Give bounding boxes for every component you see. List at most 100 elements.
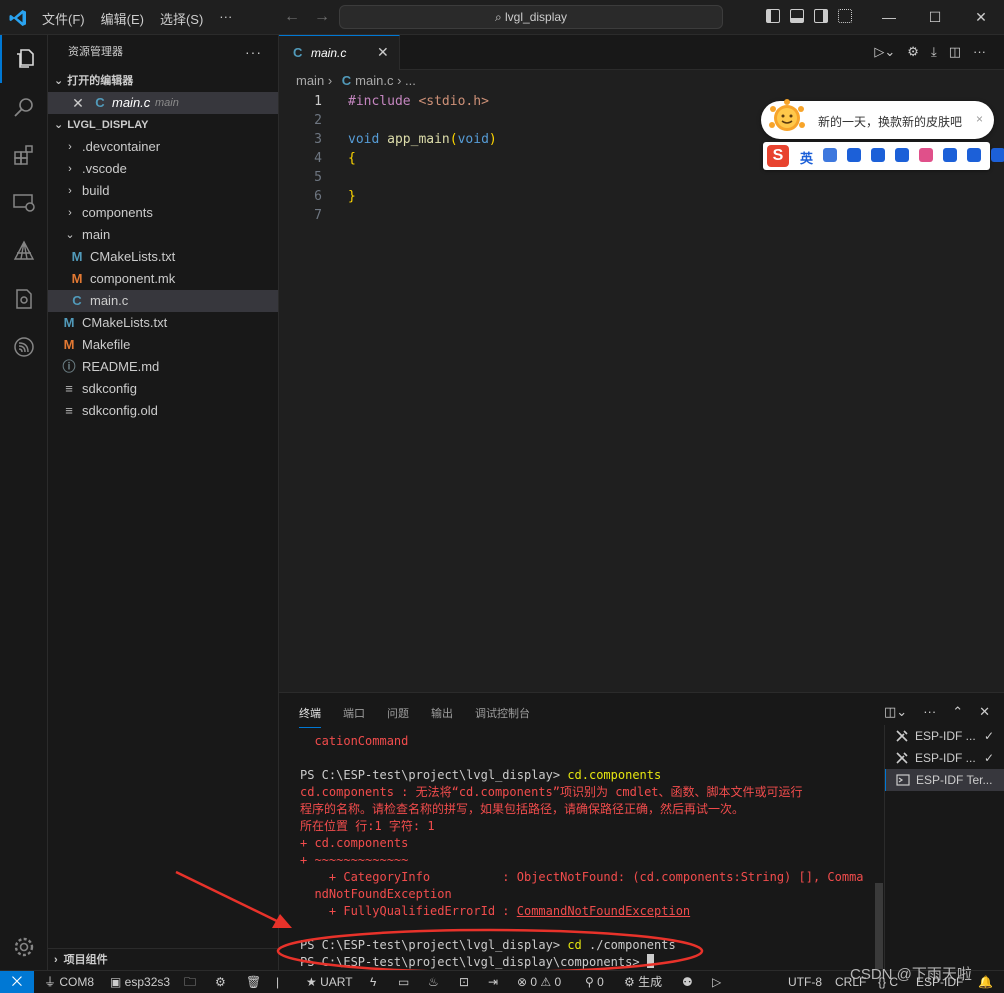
tree-file[interactable]: M Makefile <box>48 334 278 356</box>
tree-folder[interactable]: ⌄ main <box>48 224 278 246</box>
flash-icon[interactable]: ⤓ <box>931 44 937 60</box>
maximize-icon[interactable]: ☐ <box>912 0 958 35</box>
tree-folder[interactable]: › components <box>48 202 278 224</box>
keyboard-icon[interactable] <box>871 148 885 162</box>
code-text: #include <stdio.h> <box>348 92 489 111</box>
debug-extensions-icon[interactable] <box>0 275 48 323</box>
code-editor[interactable]: 1 #include <stdio.h> 2 3 void app_main(void)… <box>279 92 1004 692</box>
tab-debug-console[interactable]: 调试控制台 <box>475 705 530 728</box>
skin-icon[interactable] <box>895 148 909 162</box>
forward-arrow-icon[interactable]: → <box>314 8 330 25</box>
more-actions-icon[interactable]: ··· <box>973 44 986 60</box>
menu-file[interactable]: 文件(F) <box>42 9 85 28</box>
terminal-layout-icon[interactable]: ◫⌄ <box>884 704 907 720</box>
c-file-icon: C <box>293 45 303 60</box>
tree-file[interactable]: ≡ sdkconfig.old <box>48 400 278 422</box>
settings-gear-icon[interactable] <box>0 923 48 971</box>
tab-problems[interactable]: 问题 <box>387 705 409 728</box>
toggle-panel-icon[interactable] <box>790 9 804 23</box>
terminal-output[interactable]: cationCommand PS C:\ESP-test\project\lvgl… <box>300 733 875 971</box>
terminal-instance[interactable]: ESP-IDF ... ✓ <box>885 747 1004 769</box>
more-actions-icon[interactable]: ··· <box>245 35 262 70</box>
tree-folder[interactable]: › build <box>48 180 278 202</box>
close-icon[interactable]: × <box>976 112 983 126</box>
tree-file[interactable]: ⓘ README.md <box>48 356 278 378</box>
esp-idf-explorer-icon[interactable] <box>0 227 48 275</box>
file-icon: ≡ <box>65 403 73 418</box>
tab-output[interactable]: 输出 <box>431 705 453 728</box>
extensions-icon[interactable] <box>0 131 48 179</box>
flash-method-item[interactable]: ★ UART <box>306 971 353 993</box>
sogou-logo-icon[interactable]: S <box>767 145 789 167</box>
run-debug-icon[interactable]: ▷⌄ <box>874 44 895 60</box>
debug-icon[interactable]: ⚉ <box>682 971 693 993</box>
close-tab-icon[interactable]: ✕ <box>377 44 389 61</box>
ports-item[interactable]: ⚲ 0 <box>585 971 604 993</box>
toolbox-icon[interactable] <box>943 148 957 162</box>
ime-language[interactable]: 英 <box>800 148 813 167</box>
terminal-instance[interactable]: ESP-IDF Ter... <box>885 769 1004 791</box>
customize-layout-icon[interactable] <box>838 9 852 23</box>
minimize-icon[interactable]: — <box>866 0 912 35</box>
breadcrumb-file[interactable]: main.c <box>355 73 393 88</box>
fire-icon[interactable]: ♨ <box>428 971 439 993</box>
menu-edit[interactable]: 编辑(E) <box>101 9 144 28</box>
tree-file[interactable]: M CMakeLists.txt <box>48 312 278 334</box>
flash-icon[interactable]: ϟ <box>370 971 376 993</box>
terminal-icon[interactable]: ⊡ <box>459 971 469 993</box>
microphone-icon[interactable] <box>847 148 861 162</box>
toggle-secondary-sidebar-icon[interactable] <box>814 9 828 23</box>
tree-file[interactable]: M CMakeLists.txt <box>48 246 278 268</box>
bell-icon[interactable]: 🔔 <box>978 971 993 993</box>
toggle-sidebar-icon[interactable] <box>766 9 780 23</box>
more-actions-icon[interactable]: ··· <box>923 704 936 720</box>
command-center[interactable]: ⌕ lvgl_display <box>339 5 723 29</box>
build-item[interactable]: ⚙ 生成 <box>624 971 662 993</box>
tab-ports[interactable]: 端口 <box>343 705 365 728</box>
search-view-icon[interactable] <box>0 83 48 131</box>
editor-tab-main-c[interactable]: C main.c ✕ <box>279 35 400 70</box>
close-window-icon[interactable]: ✕ <box>958 0 1004 35</box>
menu-more[interactable]: ··· <box>219 9 232 28</box>
folder-icon[interactable]: 🗀 <box>184 971 196 993</box>
run-icon[interactable]: ⇥ <box>488 971 498 993</box>
emoji-icon[interactable] <box>919 148 933 162</box>
breadcrumb-symbol[interactable]: ... <box>405 73 416 88</box>
back-arrow-icon[interactable]: ← <box>284 8 300 25</box>
split-editor-icon[interactable]: ◫ <box>949 44 961 60</box>
terminal-instance[interactable]: ESP-IDF ... ✓ <box>885 725 1004 747</box>
remote-indicator[interactable]: ⨉ <box>0 971 34 993</box>
open-editor-item[interactable]: ✕ C main.c main <box>48 92 278 114</box>
espressif-icon[interactable] <box>0 323 48 371</box>
project-components-section[interactable]: › 项目组件 <box>48 948 279 970</box>
menu-selection[interactable]: 选择(S) <box>160 9 203 28</box>
tree-file[interactable]: ≡ sdkconfig <box>48 378 278 400</box>
project-section[interactable]: ⌄ LVGL_DISPLAY <box>48 114 278 136</box>
punctuation-icon[interactable] <box>823 148 837 162</box>
breadcrumb-folder[interactable]: main <box>296 73 324 88</box>
monitor-icon[interactable]: ▭ <box>398 971 409 993</box>
tree-file[interactable]: Cmain.c <box>48 290 278 312</box>
gear-icon[interactable]: ⚙ <box>907 44 919 60</box>
serial-port-item[interactable]: ⏚ COM8 <box>44 971 94 993</box>
tree-folder[interactable]: › .devcontainer <box>48 136 278 158</box>
tab-terminal[interactable]: 终端 <box>299 705 321 728</box>
close-panel-icon[interactable]: ✕ <box>979 704 990 720</box>
settings-icon[interactable] <box>967 148 981 162</box>
play-icon[interactable]: ▷ <box>712 971 721 993</box>
terminal-scrollbar[interactable] <box>875 883 883 969</box>
close-editor-icon[interactable]: ✕ <box>72 92 84 114</box>
trash-icon[interactable]: 🗑 <box>246 971 261 993</box>
maximize-panel-icon[interactable]: ⌃ <box>952 704 963 720</box>
tree-folder[interactable]: › .vscode <box>48 158 278 180</box>
open-editors-section[interactable]: ⌄ 打开的编辑器 <box>48 70 278 92</box>
gear-icon[interactable]: ⚙ <box>215 971 226 993</box>
remote-explorer-icon[interactable] <box>0 179 48 227</box>
target-item[interactable]: ▣ esp32s3 <box>110 971 170 993</box>
problems-item[interactable]: ⊗ 0 ⚠ 0 <box>517 971 561 993</box>
terminal-line: cationCommand <box>300 733 408 750</box>
more-icon[interactable] <box>991 148 1004 162</box>
tree-file[interactable]: Mcomponent.mk <box>48 268 278 290</box>
explorer-icon[interactable] <box>0 35 48 83</box>
encoding-item[interactable]: UTF-8 <box>788 971 822 993</box>
